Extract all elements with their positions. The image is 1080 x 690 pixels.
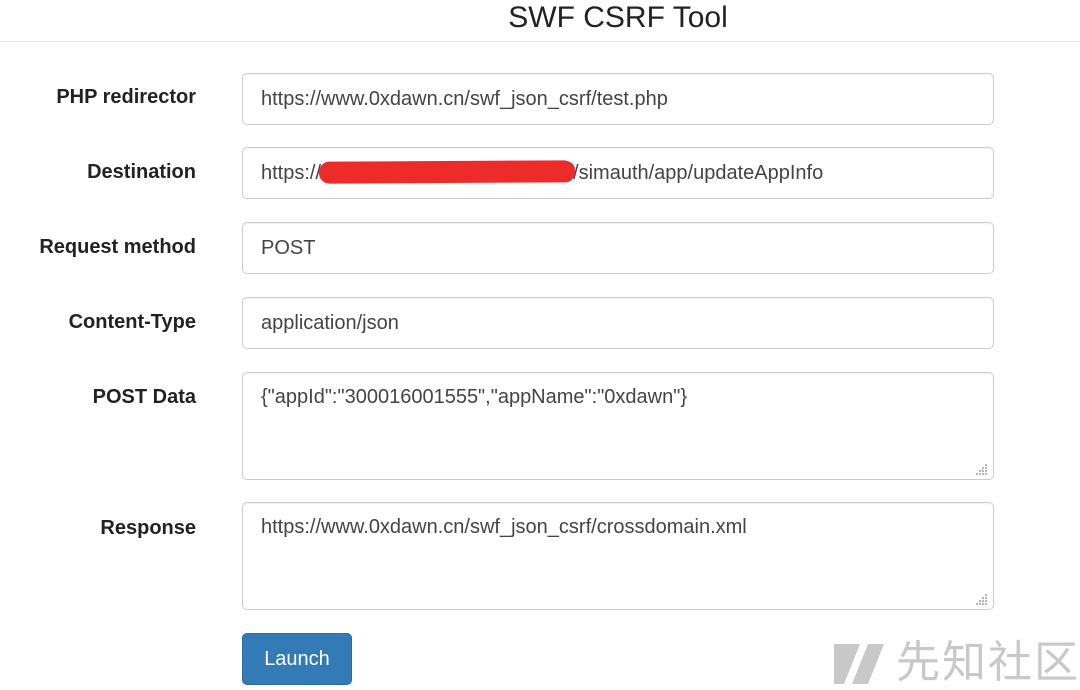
header-divider xyxy=(0,41,1080,42)
resize-grip-icon[interactable] xyxy=(976,463,988,475)
destination-input[interactable]: https:// /simauth/app/updateAppInfo xyxy=(242,147,994,199)
request-method-label: Request method xyxy=(39,236,196,258)
php-redirector-input[interactable]: https://www.0xdawn.cn/swf_json_csrf/test… xyxy=(242,73,994,125)
request-method-value: POST xyxy=(261,237,316,259)
php-redirector-value: https://www.0xdawn.cn/swf_json_csrf/test… xyxy=(261,88,668,110)
redaction-mark xyxy=(318,160,576,184)
launch-button[interactable]: Launch xyxy=(242,633,352,685)
destination-value-suffix: /simauth/app/updateAppInfo xyxy=(573,162,824,184)
response-label: Response xyxy=(100,517,196,539)
watermark-text: 先知社区 xyxy=(896,637,1080,688)
resize-grip-icon[interactable] xyxy=(976,593,988,605)
post-data-label: POST Data xyxy=(92,386,196,408)
xianzhi-logo-icon xyxy=(834,644,884,684)
content-type-input[interactable]: application/json xyxy=(242,297,994,349)
response-value: https://www.0xdawn.cn/swf_json_csrf/cros… xyxy=(261,516,747,538)
page-title: SWF CSRF Tool xyxy=(508,1,728,34)
content-type-value: application/json xyxy=(261,312,399,334)
post-data-textarea[interactable]: {"appId":"300016001555","appName":"0xdaw… xyxy=(242,372,994,480)
destination-label: Destination xyxy=(87,161,196,183)
post-data-value: {"appId":"300016001555","appName":"0xdaw… xyxy=(261,386,688,408)
destination-value-prefix: https:// xyxy=(261,162,322,184)
watermark: 先知社区 xyxy=(830,636,1080,690)
php-redirector-label: PHP redirector xyxy=(56,86,196,108)
request-method-input[interactable]: POST xyxy=(242,222,994,274)
content-type-label: Content-Type xyxy=(68,311,196,333)
response-textarea[interactable]: https://www.0xdawn.cn/swf_json_csrf/cros… xyxy=(242,502,994,610)
